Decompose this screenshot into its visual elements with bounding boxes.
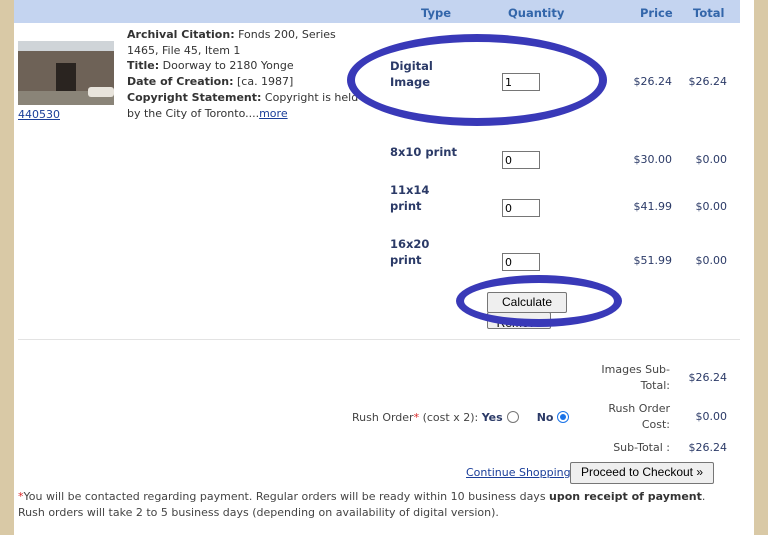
price-8x10-print: $30.00 [633,153,673,166]
total-16x20-print: $0.00 [695,254,728,267]
row-type-16x20-print: 16x20 print [390,237,430,267]
header-total: Total [693,6,725,20]
title-label: Title: [127,59,160,73]
rush-cost-value: $0.00 [695,410,728,423]
rush-yes-radio[interactable] [506,411,519,423]
quantity-input-11x14-print[interactable] [502,199,540,217]
images-subtotal-label: Images Sub-Total: [601,363,670,392]
total-digital-image: $26.24 [688,75,728,88]
date-value: [ca. 1987] [236,75,294,89]
left-border [0,0,14,535]
more-link[interactable]: more [259,107,288,120]
rush-yes-label: Yes [481,411,503,424]
copyright-label: Copyright Statement: [127,90,262,104]
header-quantity: Quantity [508,6,565,20]
annotation-oval-digital-image [347,34,607,126]
item-id-link[interactable]: 440530 [18,108,60,121]
header-type: Type [421,6,452,20]
price-11x14-print: $41.99 [633,200,673,213]
date-label: Date of Creation: [127,75,234,89]
right-border [754,0,768,535]
annotation-oval-calculate [456,275,622,327]
title-value: Doorway to 2180 Yonge [162,59,294,73]
footnote-bold: upon receipt of payment [549,490,702,503]
subtotal-value: $26.24 [688,441,728,454]
section-divider [18,339,740,340]
subtotal-label: Sub-Total : [613,441,670,454]
images-subtotal-value: $26.24 [688,371,728,384]
continue-shopping-link[interactable]: Continue Shopping [466,466,571,479]
citation-label: Archival Citation: [127,28,235,41]
row-type-8x10-print: 8x10 print [390,145,457,159]
rush-no-label: No [536,411,554,424]
rush-order-note: (cost x 2): [422,411,479,424]
payment-footnote: *You will be contacted regarding payment… [18,489,730,521]
rush-no-radio[interactable] [557,411,570,423]
item-thumbnail[interactable] [18,41,114,105]
rush-cost-label: Rush Order Cost: [608,402,670,431]
total-11x14-print: $0.00 [695,200,728,213]
price-digital-image: $26.24 [633,75,673,88]
proceed-to-checkout-button[interactable]: Proceed to Checkout » [570,462,714,484]
rush-order-selector: Rush Order* (cost x 2): Yes No [352,411,573,424]
item-citation: Archival Citation: Fonds 200, Series 146… [127,27,367,121]
footnote-text-1: You will be contacted regarding payment.… [23,490,550,503]
cart-table-header: Type Quantity Price Total [14,0,740,23]
quantity-input-8x10-print[interactable] [502,151,540,169]
quantity-input-16x20-print[interactable] [502,253,540,271]
header-price: Price [640,6,673,20]
price-16x20-print: $51.99 [633,254,673,267]
rush-order-label: Rush Order [352,411,414,424]
row-type-11x14-print: 11x14 print [390,183,430,213]
total-8x10-print: $0.00 [695,153,728,166]
required-mark: * [413,411,420,424]
